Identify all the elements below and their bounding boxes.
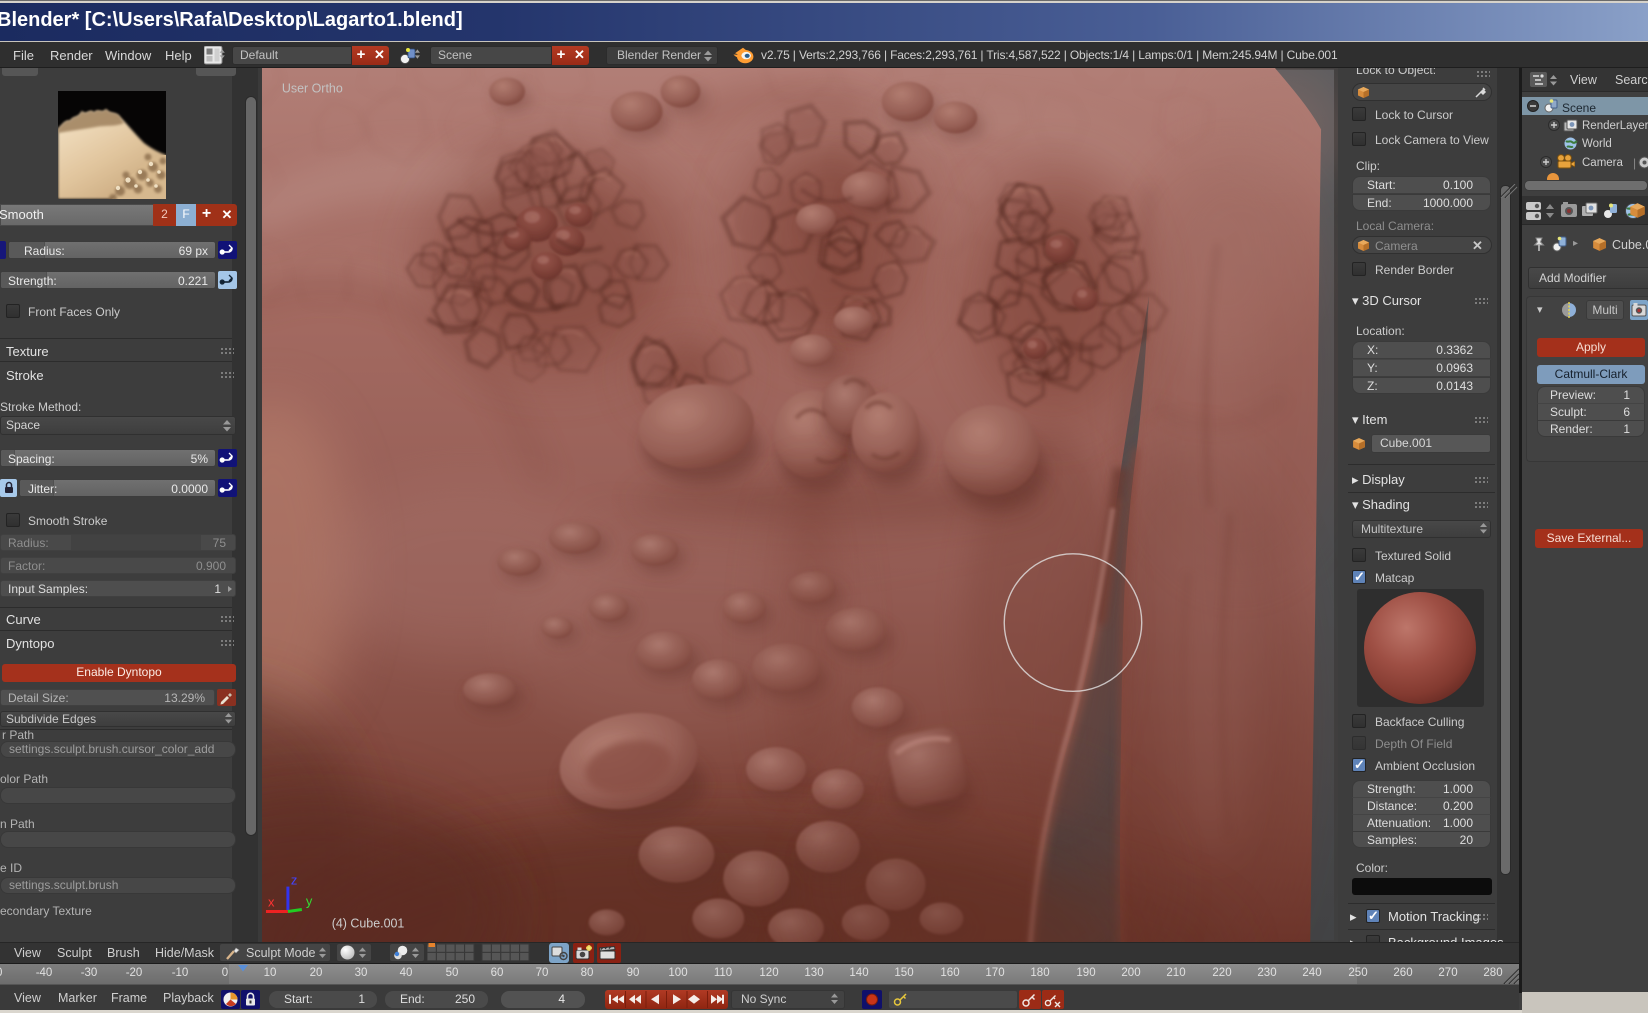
svg-text:(4) Cube.001: (4) Cube.001: [332, 916, 405, 930]
svg-text:x: x: [268, 895, 275, 910]
svg-text:y: y: [306, 894, 313, 909]
svg-text:z: z: [291, 873, 297, 888]
svg-text:User Ortho: User Ortho: [282, 82, 343, 96]
